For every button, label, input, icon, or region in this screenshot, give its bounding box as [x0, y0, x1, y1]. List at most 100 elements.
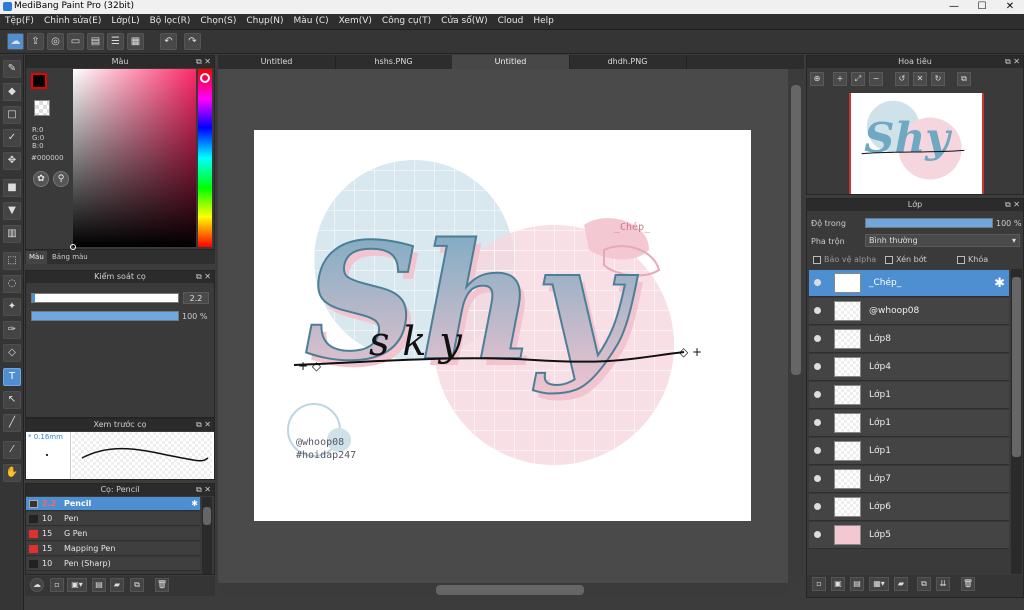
folder-icon[interactable]: ▰ [894, 577, 908, 591]
background-color-swatch[interactable] [34, 100, 50, 116]
layer-list-scrollbar[interactable] [1011, 269, 1022, 574]
layer-row[interactable]: @whoop08 [809, 298, 1009, 325]
protect-alpha-checkbox[interactable] [813, 256, 821, 264]
lasso-tool-icon[interactable]: ◌ [3, 275, 21, 293]
eye-icon[interactable] [814, 307, 821, 314]
navigator-thumbnail[interactable]: Shy [849, 93, 984, 194]
brush-item-g-pen[interactable]: 15 G Pen [26, 527, 200, 541]
text-tool-icon[interactable]: T [3, 368, 21, 386]
layer-row[interactable]: Lớp1 [809, 382, 1009, 409]
eye-icon[interactable] [814, 335, 821, 342]
lock-checkbox[interactable] [957, 256, 965, 264]
eyedropper-color-icon[interactable]: ⚲ [53, 171, 69, 187]
open-folder-icon[interactable]: ▰ [110, 578, 124, 592]
tab-color[interactable]: Màu [26, 251, 47, 264]
delete-layer-icon[interactable]: 🗑 [961, 577, 975, 591]
panel-close-icon[interactable]: ⧉ ✕ [196, 419, 211, 431]
comment-icon[interactable]: ◎ [47, 33, 64, 50]
brush-size-value[interactable]: 2.2 [183, 292, 209, 304]
layer-row[interactable]: Lớp5 [809, 522, 1009, 549]
eye-icon[interactable] [814, 279, 821, 286]
canvas-vertical-scrollbar[interactable] [788, 69, 804, 583]
layer-row[interactable]: _Chép_ ✱ [809, 270, 1009, 297]
layer-row[interactable]: Lớp8 [809, 326, 1009, 353]
menu-view[interactable]: Xem(V) [334, 14, 377, 26]
layer-row[interactable]: Lớp7 [809, 466, 1009, 493]
panel-close-icon[interactable]: ⧉ ✕ [1005, 56, 1020, 68]
layer-row[interactable]: Lớp1 [809, 410, 1009, 437]
brush-opacity-slider[interactable] [31, 311, 179, 321]
divide-tool-icon[interactable]: ╱ [3, 414, 21, 432]
tab-dhdh[interactable]: dhdh.PNG [569, 55, 687, 69]
cloud-icon[interactable]: ☁ [7, 33, 24, 50]
brush-settings-icon[interactable]: ▤ [92, 578, 106, 592]
brush-tool-icon[interactable]: ✎ [3, 60, 21, 78]
eye-icon[interactable] [814, 475, 821, 482]
new-layer-icon[interactable]: ▫ [812, 577, 826, 591]
rotate-left-icon[interactable]: ↺ [895, 72, 909, 86]
menu-tools[interactable]: Công cụ(T) [377, 14, 436, 26]
panel-close-icon[interactable]: ⧉ ✕ [1005, 199, 1020, 211]
minimize-button[interactable]: — [940, 0, 968, 14]
eye-icon[interactable] [814, 363, 821, 370]
brush-size-slider[interactable] [31, 293, 179, 303]
maximize-button[interactable]: ☐ [968, 0, 996, 14]
panel-close-icon[interactable]: ⧉ ✕ [196, 484, 211, 496]
hue-slider[interactable] [198, 69, 212, 247]
gear-icon[interactable]: ✱ [191, 497, 198, 510]
select-eraser-tool-icon[interactable]: ◇ [3, 344, 21, 362]
zoom-out-icon[interactable]: − [869, 72, 883, 86]
tab-palette[interactable]: Bảng màu [49, 251, 91, 264]
redo-icon[interactable]: ↷ [184, 33, 201, 50]
delete-brush-icon[interactable]: 🗑 [155, 578, 169, 592]
brush-item-mapping-pen[interactable]: 15 Mapping Pen [26, 542, 200, 556]
panel-close-icon[interactable]: ⧉ ✕ [196, 271, 211, 283]
menu-color[interactable]: Màu (C) [289, 14, 334, 26]
new-brush-icon[interactable]: ▫ [50, 578, 64, 592]
menu-help[interactable]: Help [528, 14, 559, 26]
add-brush-dropdown-icon[interactable]: ▣▾ [67, 578, 87, 592]
brush-item-pen[interactable]: 10 Pen [26, 512, 200, 526]
undo-icon[interactable]: ↶ [160, 33, 177, 50]
magic-wand-tool-icon[interactable]: ✦ [3, 298, 21, 316]
menu-filter[interactable]: Bộ lọc(R) [145, 14, 196, 26]
pen-tool-icon[interactable]: ✓ [3, 129, 21, 147]
eraser-tool-icon[interactable]: ◆ [3, 83, 21, 101]
menu-file[interactable]: Tệp(F) [0, 14, 39, 26]
rotate-right-icon[interactable]: ↻ [931, 72, 945, 86]
blend-mode-select[interactable]: Bình thường ▾ [865, 234, 1020, 247]
menu-snap[interactable]: Chụp(N) [241, 14, 288, 26]
zoom-in-icon[interactable]: + [833, 72, 847, 86]
menu-select[interactable]: Chọn(S) [195, 14, 241, 26]
eyedropper-tool-icon[interactable]: ⁄ [3, 441, 21, 459]
brush-item-pencil[interactable]: 2.2 Pencil ✱ [26, 497, 200, 511]
clip-checkbox[interactable] [885, 256, 893, 264]
tab-hshs[interactable]: hshs.PNG [335, 55, 453, 69]
panel-close-icon[interactable]: ⧉ ✕ [196, 56, 211, 68]
color-wheel-icon[interactable]: ✿ [33, 171, 49, 187]
zoom-icon[interactable]: ⊕ [810, 72, 824, 86]
rectangle-tool-icon[interactable]: □ [3, 106, 21, 124]
fill-rect-tool-icon[interactable]: ■ [3, 179, 21, 197]
upload-icon[interactable]: ⇪ [27, 33, 44, 50]
new-layer-8bit-icon[interactable]: ▣ [831, 577, 845, 591]
operation-tool-icon[interactable]: ↖ [3, 391, 21, 409]
new-layer-1bit-icon[interactable]: ▤ [850, 577, 864, 591]
gradient-tool-icon[interactable]: ▥ [3, 225, 21, 243]
list-icon[interactable]: ☰ [107, 33, 124, 50]
hand-tool-icon[interactable]: ✋ [3, 464, 21, 482]
duplicate-brush-icon[interactable]: ⧉ [130, 578, 144, 592]
flip-icon[interactable]: ✕ [913, 72, 927, 86]
foreground-color-swatch[interactable] [31, 73, 47, 89]
copy-view-icon[interactable]: ⧉ [957, 72, 971, 86]
brush-item-pen-sharp[interactable]: 10 Pen (Sharp) [26, 557, 200, 571]
add-layer-dropdown-icon[interactable]: ▦▾ [869, 577, 889, 591]
canvas-horizontal-scrollbar[interactable] [218, 583, 788, 597]
menu-edit[interactable]: Chỉnh sửa(E) [39, 14, 106, 26]
tab-untitled-2[interactable]: Untitled [452, 55, 570, 69]
merge-layer-icon[interactable]: ⇊ [936, 577, 950, 591]
drawing-canvas[interactable]: Shy Shy s k y + ◇ ◇ + _Chép_ @whoop08 #h… [254, 130, 751, 521]
move-tool-icon[interactable]: ✥ [3, 152, 21, 170]
layer-row[interactable]: Lớp4 [809, 354, 1009, 381]
select-rect-tool-icon[interactable]: ⬚ [3, 252, 21, 270]
